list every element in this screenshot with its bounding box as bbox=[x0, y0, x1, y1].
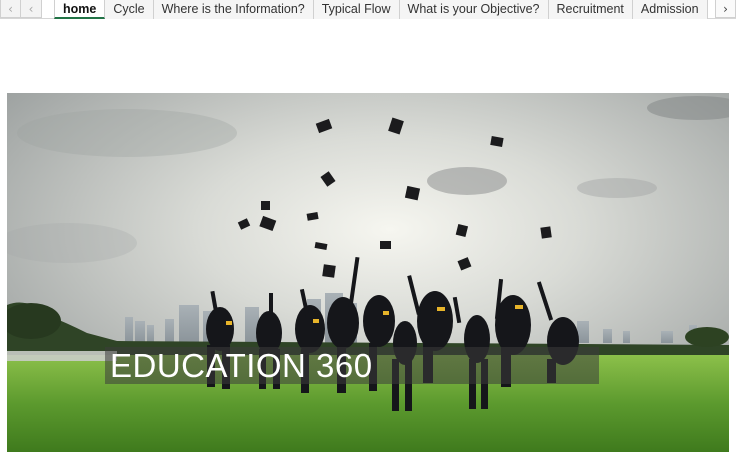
tab-admission[interactable]: Admission bbox=[632, 0, 708, 19]
chevron-left-icon: ‹ bbox=[28, 1, 34, 16]
hero-title: EDUCATION 360 bbox=[110, 347, 373, 384]
graduates-photo bbox=[7, 93, 729, 452]
tab-where-is-the-information[interactable]: Where is the Information? bbox=[153, 0, 314, 19]
scroll-next-tab-button[interactable]: › bbox=[715, 0, 736, 18]
tab-home[interactable]: home bbox=[54, 0, 106, 19]
tab-typical-flow[interactable]: Typical Flow bbox=[313, 0, 400, 19]
tab-spacer bbox=[42, 0, 54, 18]
tab-cycle[interactable]: Cycle bbox=[105, 0, 154, 19]
tab-what-is-your-objective[interactable]: What is your Objective? bbox=[399, 0, 549, 19]
scroll-first-tab-button[interactable]: ‹ bbox=[0, 0, 21, 18]
scroll-prev-tab-button[interactable]: ‹ bbox=[21, 0, 42, 18]
sheet-tab-bar: ‹ ‹ home Cycle Where is the Information?… bbox=[0, 0, 736, 19]
chevron-left-icon: ‹ bbox=[8, 1, 13, 16]
hero-image: EDUCATION 360 bbox=[7, 93, 729, 452]
tab-recruitment[interactable]: Recruitment bbox=[548, 0, 633, 19]
chevron-right-icon: › bbox=[723, 1, 728, 16]
